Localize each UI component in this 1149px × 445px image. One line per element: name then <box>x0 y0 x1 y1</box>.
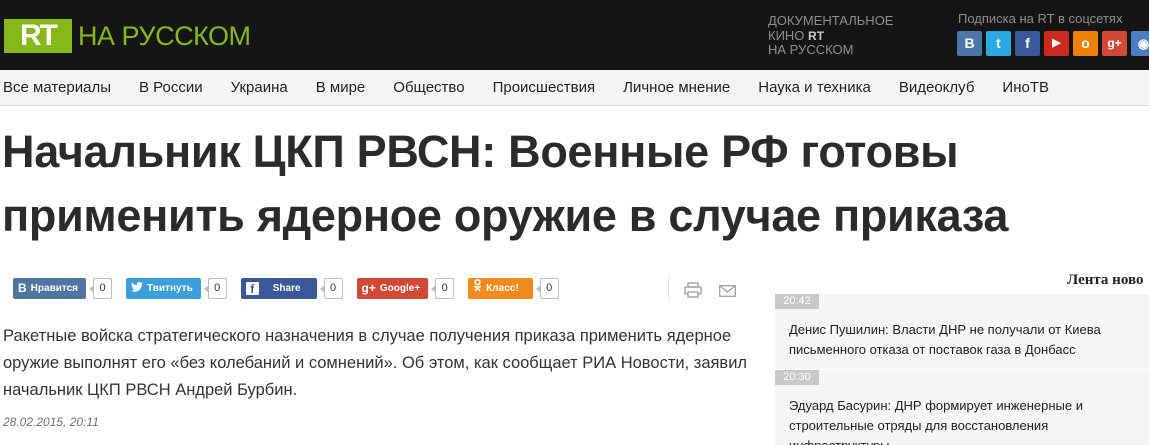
facebook-icon: f <box>245 282 259 296</box>
share-twitter: Твитнуть 0 <box>126 278 227 299</box>
mail-icon[interactable] <box>719 285 736 297</box>
odnoklassniki-icon <box>473 278 482 299</box>
social-title: Подписка на RT в соцсетях <box>958 11 1123 26</box>
documentary-link[interactable]: ДОКУМЕНТАЛЬНОЕ КИНО RT НА РУССКОМ <box>768 13 918 58</box>
feed-item-text[interactable]: Эдуард Басурин: ДНР формирует инженерные… <box>789 396 1149 445</box>
print-icon[interactable] <box>684 282 702 298</box>
nav-item-science[interactable]: Наука и техника <box>756 70 873 105</box>
nav-item-russia[interactable]: В России <box>137 70 205 105</box>
google-plus-icon[interactable]: g+ <box>1102 31 1127 56</box>
nav-item-opinion[interactable]: Личное мнение <box>621 70 732 105</box>
top-header: RT НА РУССКОМ ДОКУМЕНТАЛЬНОЕ КИНО RT НА … <box>0 0 1149 70</box>
article-title: Начальник ЦКП РВСН: Военные РФ готовы пр… <box>2 126 1009 241</box>
share-google: g+ Google+ 0 <box>356 278 455 299</box>
news-feed: 20:42 Денис Пушилин: Власти ДНР не получ… <box>775 294 1149 445</box>
share-bar: В Нравится 0 Твитнуть 0 f Share 0 g+ Goo… <box>13 278 573 299</box>
vk-icon[interactable]: В <box>957 31 982 56</box>
news-feed-title[interactable]: Лента ново <box>1067 272 1143 289</box>
feed-item[interactable]: 20:30 Эдуард Басурин: ДНР формирует инже… <box>775 370 1149 445</box>
odnoklassniki-button[interactable]: Класс! <box>468 278 533 299</box>
feed-item-text[interactable]: Денис Пушилин: Власти ДНР не получали от… <box>789 320 1149 360</box>
facebook-share-button[interactable]: f Share <box>240 278 317 299</box>
feed-item-time: 20:42 <box>775 294 819 309</box>
tools-divider <box>668 277 669 299</box>
doc-line-1: ДОКУМЕНТАЛЬНОЕ <box>768 13 894 28</box>
vk-like-count: 0 <box>89 278 113 299</box>
odnoklassniki-count: 0 <box>535 278 559 299</box>
nav-item-videoclub[interactable]: Видеоклуб <box>897 70 977 105</box>
nav-item-ukraine[interactable]: Украина <box>229 70 290 105</box>
logo-subtitle[interactable]: НА РУССКОМ <box>78 20 251 52</box>
doc-line-3: НА РУССКОМ <box>768 42 854 57</box>
nav-item-inotv[interactable]: ИноТВ <box>1000 70 1051 105</box>
tweet-count: 0 <box>203 278 227 299</box>
share-odnoklassniki: Класс! 0 <box>468 278 559 299</box>
facebook-share-label: Share <box>272 283 301 294</box>
facebook-icon[interactable]: f <box>1015 31 1040 56</box>
vk-like-label: Нравится <box>30 283 79 294</box>
nav-item-world[interactable]: В мире <box>314 70 368 105</box>
social-icons: В t f ▶ o g+ ◉ <box>957 31 1149 56</box>
google-plus-label: Google+ <box>379 283 421 294</box>
nav-item-society[interactable]: Общество <box>391 70 466 105</box>
main-nav: Все материалы В России Украина В мире Об… <box>0 70 1149 106</box>
twitter-icon <box>131 278 144 299</box>
feed-item[interactable]: 20:42 Денис Пушилин: Власти ДНР не получ… <box>775 294 1149 370</box>
share-vk: В Нравится 0 <box>13 278 113 299</box>
tweet-button[interactable]: Твитнуть <box>126 278 201 299</box>
odnoklassniki-icon[interactable]: o <box>1073 31 1098 56</box>
tweet-label: Твитнуть <box>147 283 193 294</box>
article-date: 28.02.2015, 20:11 <box>3 415 99 429</box>
odnoklassniki-label: Класс! <box>486 283 519 294</box>
google-plus-button[interactable]: g+ Google+ <box>356 278 429 299</box>
share-facebook: f Share 0 <box>240 278 343 299</box>
vk-icon: В <box>18 281 27 295</box>
doc-line-2: КИНО RT <box>768 27 825 43</box>
facebook-share-count: 0 <box>319 278 343 299</box>
rt-logo[interactable]: RT <box>4 19 72 53</box>
twitter-icon[interactable]: t <box>986 31 1011 56</box>
nav-item-all[interactable]: Все материалы <box>0 70 113 105</box>
google-plus-icon: g+ <box>361 281 376 295</box>
article-lead: Ракетные войска стратегического назначен… <box>3 327 748 399</box>
rss-icon[interactable]: ◉ <box>1131 31 1149 56</box>
vk-like-button[interactable]: В Нравится <box>13 278 87 299</box>
nav-item-incidents[interactable]: Происшествия <box>491 70 598 105</box>
youtube-icon[interactable]: ▶ <box>1044 31 1069 56</box>
feed-item-time: 20:30 <box>775 370 819 385</box>
google-plus-count: 0 <box>431 278 455 299</box>
